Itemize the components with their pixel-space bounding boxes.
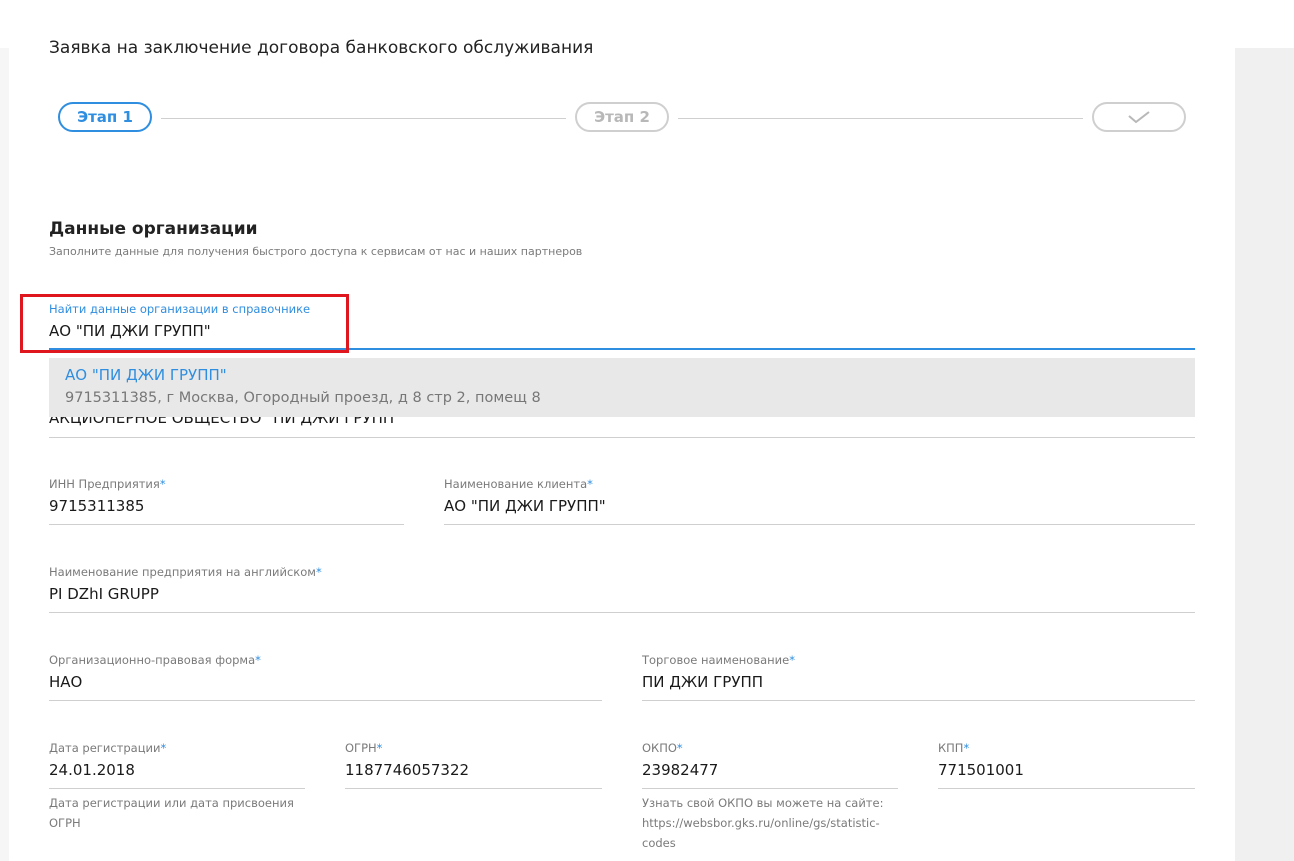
trade-name-label: Торговое наименование [642,653,790,667]
inn-underline [49,524,404,525]
full-name-underline [49,437,1195,438]
highlight-annotation [20,294,349,353]
required-mark: * [587,477,593,491]
english-name-label: Наименование предприятия на английском [49,565,316,579]
kpp-field[interactable]: КПП* 771501001 [938,741,1195,789]
english-name-underline [49,612,1195,613]
required-mark: * [376,741,383,755]
required-mark: * [963,741,970,755]
kpp-input[interactable]: 771501001 [938,761,1195,779]
stepper-connector-1 [161,118,566,119]
registration-date-field[interactable]: Дата регистрации* 24.01.2018 [49,741,305,789]
client-name-input[interactable]: АО "ПИ ДЖИ ГРУПП" [444,497,1195,515]
trade-name-field[interactable]: Торговое наименование* ПИ ДЖИ ГРУПП [642,653,1195,701]
kpp-label: КПП [938,741,964,755]
client-name-field[interactable]: Наименование клиента* АО "ПИ ДЖИ ГРУПП" [444,477,1195,525]
hint-line: Узнать свой ОКПО вы можете на сайте: [642,796,884,810]
legal-form-label: Организационно-правовая форма [49,653,256,667]
legal-form-underline [49,700,602,701]
legal-form-input[interactable]: НАО [49,673,602,691]
ogrn-input[interactable]: 1187746057322 [345,761,602,779]
registration-date-input[interactable]: 24.01.2018 [49,761,305,779]
inn-input[interactable]: 9715311385 [49,497,404,515]
ogrn-label: ОГРН [345,741,377,755]
inn-label: ИНН Предприятия [49,477,160,491]
step-2-pill[interactable]: Этап 2 [575,102,669,132]
section-subtitle: Заполните данные для получения быстрого … [49,245,583,258]
kpp-underline [938,788,1195,789]
step-final-pill[interactable] [1092,102,1186,132]
stepper-connector-2 [678,118,1083,119]
okpo-underline [642,788,898,789]
required-mark: * [315,565,322,579]
okpo-link[interactable]: https://websbor.gks.ru/online/gs/statist… [642,813,883,833]
left-background [0,48,9,861]
okpo-label: ОКПО [642,741,677,755]
suggestion-name[interactable]: АО "ПИ ДЖИ ГРУПП" [65,366,227,384]
required-mark: * [159,477,166,491]
english-name-field[interactable]: Наименование предприятия на английском* … [49,565,1195,613]
okpo-link[interactable]: codes [642,833,883,853]
ogrn-field[interactable]: ОГРН* 1187746057322 [345,741,602,789]
page-title: Заявка на заключение договора банковског… [49,38,594,58]
trade-name-input[interactable]: ПИ ДЖИ ГРУПП [642,673,1195,691]
ogrn-underline [345,788,602,789]
okpo-input[interactable]: 23982477 [642,761,898,779]
okpo-field[interactable]: ОКПО* 23982477 [642,741,898,789]
page: Заявка на заключение договора банковског… [0,0,1294,861]
suggestion-dropdown[interactable]: АО "ПИ ДЖИ ГРУПП" 9715311385, г Москва, … [49,358,1195,417]
step-1-pill[interactable]: Этап 1 [58,102,152,132]
required-mark: * [160,741,167,755]
client-name-label: Наименование клиента [444,477,588,491]
section-title: Данные организации [49,219,258,239]
registration-date-hint: Дата регистрации или дата присвоения ОГР… [49,793,294,833]
required-mark: * [676,741,683,755]
hint-line: Дата регистрации или дата присвоения [49,796,294,810]
required-mark: * [255,653,261,667]
hint-line: ОГРН [49,816,81,830]
registration-date-underline [49,788,305,789]
english-name-input[interactable]: PI DZhI GRUPP [49,585,1195,603]
right-background-panel [1235,48,1294,861]
required-mark: * [789,653,795,667]
legal-form-field[interactable]: Организационно-правовая форма* НАО [49,653,602,701]
registration-date-label: Дата регистрации [49,741,161,755]
checkmark-icon [1128,111,1150,124]
okpo-hint: Узнать свой ОКПО вы можете на сайте: htt… [642,793,883,853]
trade-name-underline [642,700,1195,701]
inn-field[interactable]: ИНН Предприятия* 9715311385 [49,477,404,525]
suggestion-details[interactable]: 9715311385, г Москва, Огородный проезд, … [65,390,541,406]
client-name-underline [444,524,1195,525]
